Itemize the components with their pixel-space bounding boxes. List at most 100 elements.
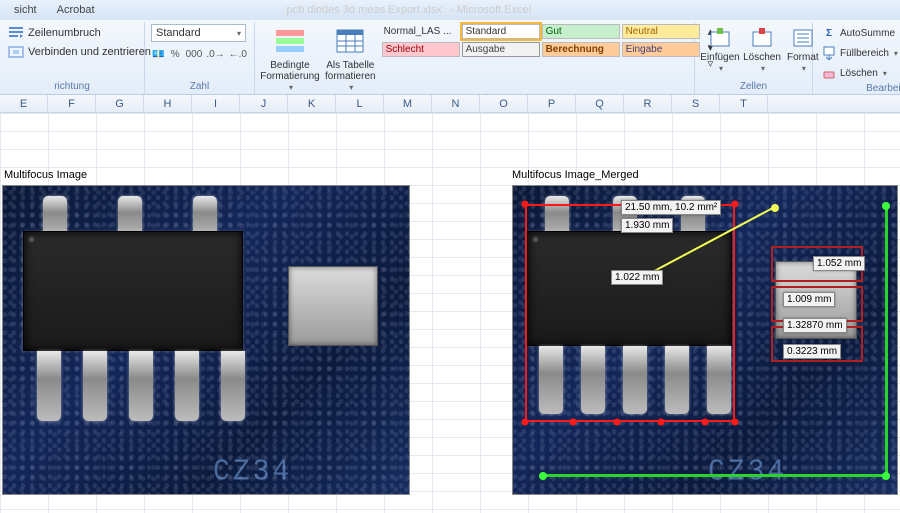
chip-pin — [83, 351, 107, 421]
measure-node — [732, 201, 739, 208]
style-eingabe[interactable]: Eingabe — [622, 42, 700, 57]
insert-cells-button[interactable]: Einfügen▾ — [701, 24, 739, 74]
column-header[interactable]: H — [144, 95, 192, 112]
format-cells-icon — [791, 26, 815, 50]
wrap-text-label: Zeilenumbruch — [28, 27, 101, 39]
group-alignment-label: richtung — [6, 80, 138, 94]
measure-node — [658, 419, 665, 426]
currency-icon: 💶 — [152, 49, 164, 60]
percent-icon: % — [171, 49, 180, 60]
chip-pin — [175, 351, 199, 421]
measure-node — [614, 419, 621, 426]
style-schlecht[interactable]: Schlecht — [382, 42, 460, 57]
column-header[interactable]: M — [384, 95, 432, 112]
chip-pin — [129, 351, 153, 421]
embedded-image-multifocus-merged[interactable]: CZ34 — [512, 185, 898, 495]
clear-button[interactable]: Löschen ▾ — [819, 64, 900, 82]
measure-node — [570, 419, 577, 426]
group-alignment: Zeilenumbruch Verbinden und zentrieren ▾… — [0, 22, 145, 94]
group-editing-label: Bearbeite — [819, 82, 900, 96]
column-header[interactable]: S — [672, 95, 720, 112]
measure-region-chip — [525, 204, 735, 422]
column-header[interactable]: I — [192, 95, 240, 112]
fill-down-icon — [821, 45, 837, 61]
ribbon-tab-view[interactable]: sicht — [6, 3, 45, 17]
chevron-down-icon: ▾ — [883, 69, 887, 78]
measure-node — [702, 419, 709, 426]
conditional-formatting-label: Bedingte Formatierung — [260, 60, 319, 82]
column-header[interactable]: R — [624, 95, 672, 112]
cells-grid[interactable]: Multifocus Image Multifocus Image_Merged… — [0, 113, 900, 513]
format-as-table-icon — [334, 26, 366, 58]
measure-label-r3: 0.3223 mm — [783, 344, 841, 359]
measure-node — [732, 419, 739, 426]
thousand-sep-icon: 000 — [186, 49, 203, 60]
style-ausgabe[interactable]: Ausgabe — [462, 42, 540, 57]
column-header[interactable]: G — [96, 95, 144, 112]
measure-label-diag: 1.022 mm — [611, 270, 663, 285]
column-header[interactable]: O — [480, 95, 528, 112]
column-header[interactable]: N — [432, 95, 480, 112]
increase-decimal-button[interactable]: .0→ — [205, 45, 225, 63]
chevron-down-icon: ▾ — [289, 82, 293, 93]
fill-button[interactable]: Füllbereich ▾ — [819, 44, 900, 62]
group-number: Standard ▾ 💶 % 000 .0→ ←.0 Zahl — [145, 22, 255, 94]
conditional-formatting-button[interactable]: Bedingte Formatierung▾ — [261, 24, 319, 93]
column-headers: EFGHIJKLMNOPQRST — [0, 95, 900, 113]
group-number-label: Zahl — [151, 80, 248, 94]
cell-image1-title: Multifocus Image — [4, 169, 87, 181]
style-berechnung[interactable]: Berechnung — [542, 42, 620, 57]
increase-decimal-icon: .0→ — [206, 49, 224, 60]
accounting-format-button[interactable]: 💶 — [151, 45, 166, 63]
worksheet[interactable]: EFGHIJKLMNOPQRST Multifocus Image Multif… — [0, 95, 900, 513]
column-header[interactable]: J — [240, 95, 288, 112]
measure-node-green — [882, 472, 890, 480]
measure-line-green — [543, 474, 888, 477]
insert-cells-label: Einfügen — [700, 52, 739, 63]
group-cells: Einfügen▾ Löschen▾ Format▾ Zellen — [695, 22, 813, 94]
column-header[interactable]: P — [528, 95, 576, 112]
clear-label: Löschen — [840, 68, 878, 79]
chip-pin — [37, 351, 61, 421]
group-styles: Bedingte Formatierung▾ Als Tabelle forma… — [255, 22, 695, 94]
ic-chip — [23, 231, 243, 351]
style-neutral[interactable]: Neutral — [622, 24, 700, 39]
ribbon-tab-acrobat[interactable]: Acrobat — [49, 3, 103, 17]
autosum-button[interactable]: Σ AutoSumme ▾ — [819, 24, 900, 42]
delete-cells-button[interactable]: Löschen▾ — [743, 24, 781, 74]
style-normal-las[interactable]: Normal_LAS ... — [382, 24, 460, 39]
measure-label-r1: 1.009 mm — [783, 292, 835, 307]
chevron-down-icon: ▾ — [761, 63, 765, 74]
column-header[interactable]: F — [48, 95, 96, 112]
measure-node — [522, 201, 529, 208]
column-header[interactable]: Q — [576, 95, 624, 112]
annotation-overlay: 21.50 mm, 10.2 mm² 1.930 mm 1.022 mm 1.0… — [513, 186, 897, 494]
style-gut[interactable]: Gut — [542, 24, 620, 39]
chevron-down-icon: ▾ — [349, 82, 353, 93]
number-format-combo[interactable]: Standard ▾ — [151, 24, 246, 42]
chevron-down-icon: ▾ — [894, 49, 898, 58]
format-as-table-button[interactable]: Als Tabelle formatieren▾ — [323, 24, 378, 93]
wrap-text-button[interactable]: Zeilenumbruch — [6, 24, 163, 42]
chevron-down-icon: ▾ — [719, 63, 723, 74]
autosum-label: AutoSumme — [840, 28, 895, 39]
decrease-decimal-button[interactable]: ←.0 — [228, 45, 248, 63]
embedded-image-multifocus[interactable]: CZ34 — [2, 185, 410, 495]
style-standard[interactable]: Standard — [462, 24, 540, 39]
column-header[interactable]: T — [720, 95, 768, 112]
smd-component — [288, 266, 378, 346]
pcb-silkscreen-text: CZ34 — [213, 455, 292, 489]
chip-pin — [221, 351, 245, 421]
column-header[interactable]: L — [336, 95, 384, 112]
wrap-text-icon — [8, 25, 24, 41]
measure-label-w1: 1.930 mm — [621, 218, 673, 233]
comma-format-button[interactable]: 000 — [185, 45, 204, 63]
percent-format-button[interactable]: % — [168, 45, 183, 63]
eraser-icon — [821, 65, 837, 81]
merge-center-button[interactable]: Verbinden und zentrieren ▾ — [6, 43, 163, 61]
measure-label-rtop: 1.052 mm — [813, 256, 865, 271]
measure-label-r2: 1.32870 mm — [783, 318, 847, 333]
window-filename: pcb diodes 3d meas Export.xlsx — [287, 4, 442, 16]
column-header[interactable]: K — [288, 95, 336, 112]
column-header[interactable]: E — [0, 95, 48, 112]
